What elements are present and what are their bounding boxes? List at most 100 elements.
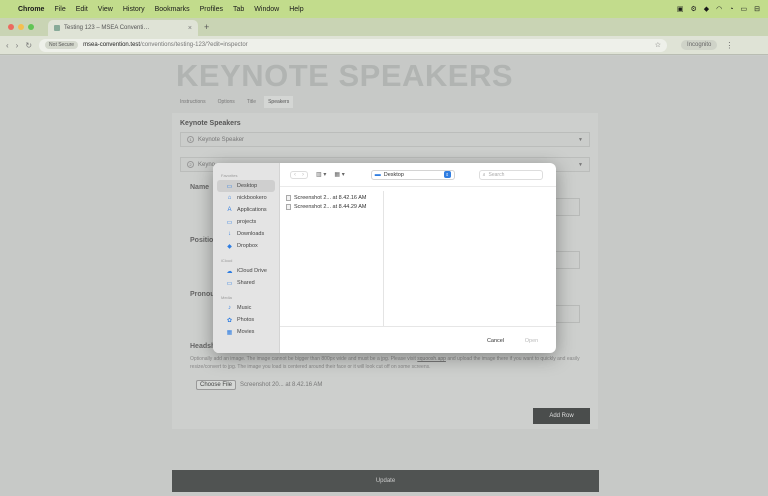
bookmark-star-icon[interactable]: ☆: [655, 41, 661, 49]
sidebar-item-photos[interactable]: ✿ Photos: [217, 314, 275, 326]
tab-strip: Testing 123 – MSEA Conventi… × +: [0, 18, 768, 36]
dialog-search-field[interactable]: ⌕ Search: [478, 169, 543, 180]
dialog-footer: Cancel Open: [280, 326, 556, 353]
sidebar-item-projects[interactable]: ▭ projects: [217, 216, 275, 228]
file-name: Screenshot 2... at 8.42.16 AM: [294, 194, 367, 201]
zoom-window-button[interactable]: [28, 24, 34, 30]
sidebar-item-downloads[interactable]: ↓ Downloads: [217, 228, 275, 240]
dialog-sidebar: Favorites ▭ Desktop ⌂ nickbookero A Applica…: [213, 163, 280, 353]
menu-chrome[interactable]: Chrome: [18, 6, 44, 13]
dropbox-status-icon[interactable]: ◆: [704, 5, 709, 13]
tab-title[interactable]: Title: [243, 96, 260, 108]
browser-tab[interactable]: Testing 123 – MSEA Conventi… ×: [48, 20, 198, 36]
headphones-icon[interactable]: ◠: [716, 5, 722, 13]
sidebar-item-desktop[interactable]: ▭ Desktop: [217, 180, 275, 192]
sidebar-label: Music: [237, 305, 252, 311]
sidebar-label: iCloud Drive: [237, 268, 267, 274]
row-number: 1: [187, 136, 194, 143]
wifi-icon[interactable]: ◔: [729, 6, 733, 13]
updown-chevron-icon: ⇕: [443, 171, 451, 178]
sidebar-label: Desktop: [237, 183, 258, 189]
column-view-icon[interactable]: ▥ ▾: [316, 171, 326, 178]
photos-icon: ✿: [226, 317, 233, 324]
favicon-icon: [54, 25, 60, 31]
menu-help[interactable]: Help: [289, 6, 303, 13]
help-text: Optionally add an image. The image canno…: [190, 356, 416, 362]
back-icon[interactable]: ‹: [6, 41, 9, 50]
security-badge[interactable]: Not Secure: [45, 41, 79, 49]
group-view-icon[interactable]: ▦ ▾: [334, 171, 344, 178]
sidebar-group-favorites: Favorites: [221, 173, 238, 178]
downloads-icon: ↓: [228, 231, 231, 237]
sidebar-item-dropbox[interactable]: ◆ Dropbox: [217, 240, 275, 252]
close-window-button[interactable]: [8, 24, 14, 30]
tab-close-icon[interactable]: ×: [188, 25, 192, 32]
browser-toolbar: ‹ › ↻ Not Secure msea-convention.test /c…: [0, 36, 768, 55]
home-icon: ⌂: [227, 195, 232, 201]
battery-icon[interactable]: ▭: [741, 5, 748, 13]
dialog-toolbar: ‹ › ▥ ▾ ▦ ▾ ▬ Desktop ⇕ ⌕ Search: [280, 163, 556, 187]
menu-window[interactable]: Window: [254, 6, 279, 13]
accordion-row[interactable]: 1 Keynote Speaker ▼: [180, 132, 590, 147]
list-item[interactable]: Screenshot 2... at 8.44.29 AM: [280, 202, 383, 211]
incognito-badge[interactable]: Incognito: [681, 40, 718, 50]
sidebar-item-icloud-drive[interactable]: ☁ iCloud Drive: [217, 265, 275, 277]
list-item[interactable]: Screenshot 2... at 8.42.16 AM: [280, 193, 383, 202]
desktop-icon: ▭: [226, 183, 233, 190]
forward-icon[interactable]: ›: [16, 41, 19, 50]
search-placeholder: Search: [488, 171, 505, 178]
file-list: Screenshot 2... at 8.42.16 AM Screenshot…: [280, 191, 384, 326]
window-controls: [8, 24, 34, 30]
section-title: Keynote Speakers: [180, 120, 241, 127]
caret-down-icon[interactable]: ▼: [578, 162, 583, 168]
dialog-forward-icon[interactable]: ›: [299, 172, 307, 178]
row-number: 2: [187, 161, 194, 168]
menu-view[interactable]: View: [98, 6, 113, 13]
update-button[interactable]: Update: [172, 470, 599, 492]
reload-icon[interactable]: ↻: [25, 41, 32, 50]
dialog-nav-buttons: ‹ ›: [290, 170, 308, 179]
minimize-window-button[interactable]: [18, 24, 24, 30]
caret-down-icon[interactable]: ▼: [578, 137, 583, 143]
folder-icon: ▭: [226, 219, 233, 226]
address-bar[interactable]: Not Secure msea-convention.test /convent…: [39, 38, 668, 52]
menu-edit[interactable]: Edit: [76, 6, 88, 13]
sidebar-label: Movies: [237, 329, 255, 335]
slack-icon[interactable]: ▣: [677, 5, 684, 13]
menu-bookmarks[interactable]: Bookmarks: [155, 6, 190, 13]
add-row-button[interactable]: Add Row: [533, 408, 590, 424]
choose-file-button[interactable]: Choose File: [196, 380, 237, 390]
tab-instructions[interactable]: Instructions: [176, 96, 210, 108]
page-title: KEYNOTE SPEAKERS: [176, 58, 514, 93]
sidebar-item-shared[interactable]: ▭ Shared: [217, 277, 275, 289]
headshot-help-text: Optionally add an image. The image canno…: [190, 355, 580, 371]
settings-icon[interactable]: ⚙: [690, 5, 696, 13]
cancel-button[interactable]: Cancel: [481, 335, 510, 346]
open-button[interactable]: Open: [518, 335, 545, 346]
more-menu-icon[interactable]: ⋮: [725, 41, 733, 50]
location-label: Desktop: [383, 171, 404, 178]
squoosh-link[interactable]: squoosh.app: [417, 356, 446, 362]
location-selector[interactable]: ▬ Desktop ⇕: [370, 169, 455, 180]
sidebar-item-applications[interactable]: A Applications: [217, 204, 275, 216]
sidebar-item-home[interactable]: ⌂ nickbookero: [217, 192, 275, 204]
control-center-icon[interactable]: ⊟: [754, 5, 760, 13]
macos-menu-bar: Chrome File Edit View History Bookmarks …: [0, 0, 768, 18]
tab-options[interactable]: Options: [214, 96, 239, 108]
sidebar-label: Applications: [237, 207, 267, 213]
search-icon: ⌕: [482, 171, 486, 178]
sidebar-group-icloud: iCloud: [221, 258, 233, 263]
new-tab-icon[interactable]: +: [204, 22, 209, 32]
menu-history[interactable]: History: [123, 6, 145, 13]
sidebar-label: Shared: [237, 280, 255, 286]
sidebar-item-music[interactable]: ♪ Music: [217, 302, 275, 314]
file-name: Screenshot 2... at 8.44.29 AM: [294, 203, 367, 210]
tab-speakers[interactable]: Speakers: [264, 96, 294, 108]
dialog-back-icon[interactable]: ‹: [291, 172, 299, 178]
menu-file[interactable]: File: [54, 6, 65, 13]
menu-tab[interactable]: Tab: [233, 6, 244, 13]
file-open-dialog: Favorites ▭ Desktop ⌂ nickbookero A Applica…: [213, 163, 556, 353]
menu-profiles[interactable]: Profiles: [200, 6, 223, 13]
sidebar-item-movies[interactable]: ▦ Movies: [217, 326, 275, 338]
accordion-label: Keynote Speaker: [198, 136, 245, 143]
